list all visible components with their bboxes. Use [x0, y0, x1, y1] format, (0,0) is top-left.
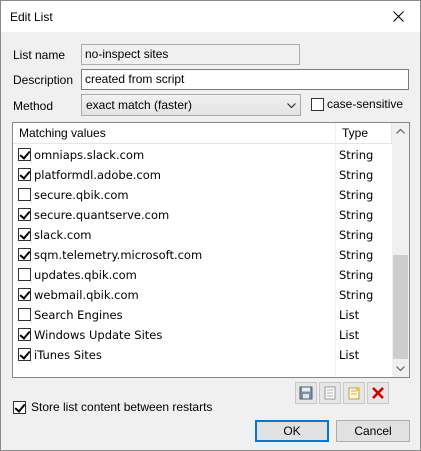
- list-item-checkbox[interactable]: [18, 148, 31, 161]
- delete-icon: [372, 387, 384, 399]
- list-item-checkbox[interactable]: [18, 328, 31, 341]
- title-bar[interactable]: Edit List: [1, 1, 420, 32]
- list-item-checkbox[interactable]: [18, 308, 31, 321]
- list-item-type: String: [339, 168, 374, 182]
- list-item-value: omniaps.slack.com: [34, 148, 145, 162]
- window-title: Edit List: [10, 10, 53, 24]
- list-item-checkbox[interactable]: [18, 188, 31, 201]
- chevron-down-icon: [287, 103, 296, 109]
- cancel-button[interactable]: Cancel: [336, 420, 410, 442]
- list-item[interactable]: webmail.qbik.com String: [13, 285, 392, 305]
- store-list-option[interactable]: Store list content between restarts: [13, 400, 212, 414]
- list-item-type: String: [339, 268, 374, 282]
- column-header-type[interactable]: Type: [336, 123, 392, 144]
- list-item-type: String: [339, 148, 374, 162]
- list-item-type: String: [339, 248, 374, 262]
- list-item-value: webmail.qbik.com: [34, 288, 139, 302]
- list-button[interactable]: [319, 382, 341, 404]
- list-item-value: Search Engines: [34, 308, 123, 322]
- save-button[interactable]: [295, 382, 317, 404]
- list-item-value: updates.qbik.com: [34, 268, 137, 282]
- list-item-checkbox[interactable]: [18, 268, 31, 281]
- edit-list-button[interactable]: [343, 382, 365, 404]
- column-header-matching-values[interactable]: Matching values: [13, 123, 336, 144]
- list-item-checkbox[interactable]: [18, 168, 31, 181]
- list-item[interactable]: slack.com String: [13, 225, 392, 245]
- list-rows: omniaps.slack.com String platformdl.adobe.…: [13, 145, 392, 365]
- store-list-checkbox[interactable]: [13, 400, 26, 414]
- list-item[interactable]: updates.qbik.com String: [13, 265, 392, 285]
- matching-values-list[interactable]: Matching values Type omniaps.slack.com St…: [12, 122, 410, 378]
- list-item-type: List: [339, 348, 360, 362]
- ok-button[interactable]: OK: [255, 420, 329, 442]
- list-item-value: Windows Update Sites: [34, 328, 163, 342]
- list-item[interactable]: secure.qbik.com String: [13, 185, 392, 205]
- case-sensitive-checkbox[interactable]: [311, 97, 324, 111]
- list-item-checkbox[interactable]: [18, 288, 31, 301]
- case-sensitive-label: case-sensitive: [327, 97, 404, 111]
- close-icon: [392, 10, 404, 22]
- chevron-down-icon: [396, 366, 405, 372]
- list-item-type: List: [339, 328, 360, 342]
- description-label: Description: [13, 73, 74, 87]
- list-item-checkbox[interactable]: [18, 228, 31, 241]
- list-item-checkbox[interactable]: [18, 248, 31, 261]
- list-item-type: String: [339, 228, 374, 242]
- scroll-down-button[interactable]: [392, 360, 409, 377]
- edit-list-icon: [348, 387, 360, 400]
- list-item-checkbox[interactable]: [18, 348, 31, 361]
- list-name-field[interactable]: no-inspect sites: [81, 44, 300, 65]
- vertical-scrollbar[interactable]: [392, 123, 409, 377]
- list-item[interactable]: Search Engines List: [13, 305, 392, 325]
- list-item-type: String: [339, 188, 374, 202]
- list-item-value: sqm.telemetry.microsoft.com: [34, 248, 203, 262]
- list-item-value: secure.qbik.com: [34, 188, 129, 202]
- list-item-type: String: [339, 288, 374, 302]
- list-item[interactable]: omniaps.slack.com String: [13, 145, 392, 165]
- edit-list-dialog: Edit List List name no-inspect sites Des…: [0, 0, 421, 451]
- list-item[interactable]: sqm.telemetry.microsoft.com String: [13, 245, 392, 265]
- method-select-value: exact match (faster): [86, 98, 193, 112]
- list-item-value: iTunes Sites: [34, 348, 102, 362]
- list-name-label: List name: [13, 48, 66, 62]
- list-item[interactable]: iTunes Sites List: [13, 345, 392, 365]
- list-item-checkbox[interactable]: [18, 208, 31, 221]
- list-item[interactable]: platformdl.adobe.com String: [13, 165, 392, 185]
- list-item-value: secure.quantserve.com: [34, 208, 170, 222]
- save-icon: [299, 386, 313, 400]
- list-item-value: slack.com: [34, 228, 92, 242]
- scrollbar-thumb[interactable]: [393, 255, 408, 359]
- case-sensitive-option[interactable]: case-sensitive: [311, 97, 403, 111]
- close-button[interactable]: [376, 1, 420, 31]
- description-field[interactable]: created from script: [81, 69, 409, 90]
- scroll-up-button[interactable]: [392, 123, 409, 140]
- chevron-up-icon: [396, 128, 405, 134]
- delete-button[interactable]: [367, 382, 389, 404]
- list-item[interactable]: Windows Update Sites List: [13, 325, 392, 345]
- list-toolbar: [295, 382, 389, 404]
- method-select[interactable]: exact match (faster): [81, 94, 301, 116]
- list-item[interactable]: secure.quantserve.com String: [13, 205, 392, 225]
- method-label: Method: [13, 99, 54, 113]
- list-item-type: String: [339, 208, 374, 222]
- list-icon: [324, 386, 336, 400]
- list-item-value: platformdl.adobe.com: [34, 168, 161, 182]
- list-item-type: List: [339, 308, 360, 322]
- store-list-label: Store list content between restarts: [31, 400, 213, 414]
